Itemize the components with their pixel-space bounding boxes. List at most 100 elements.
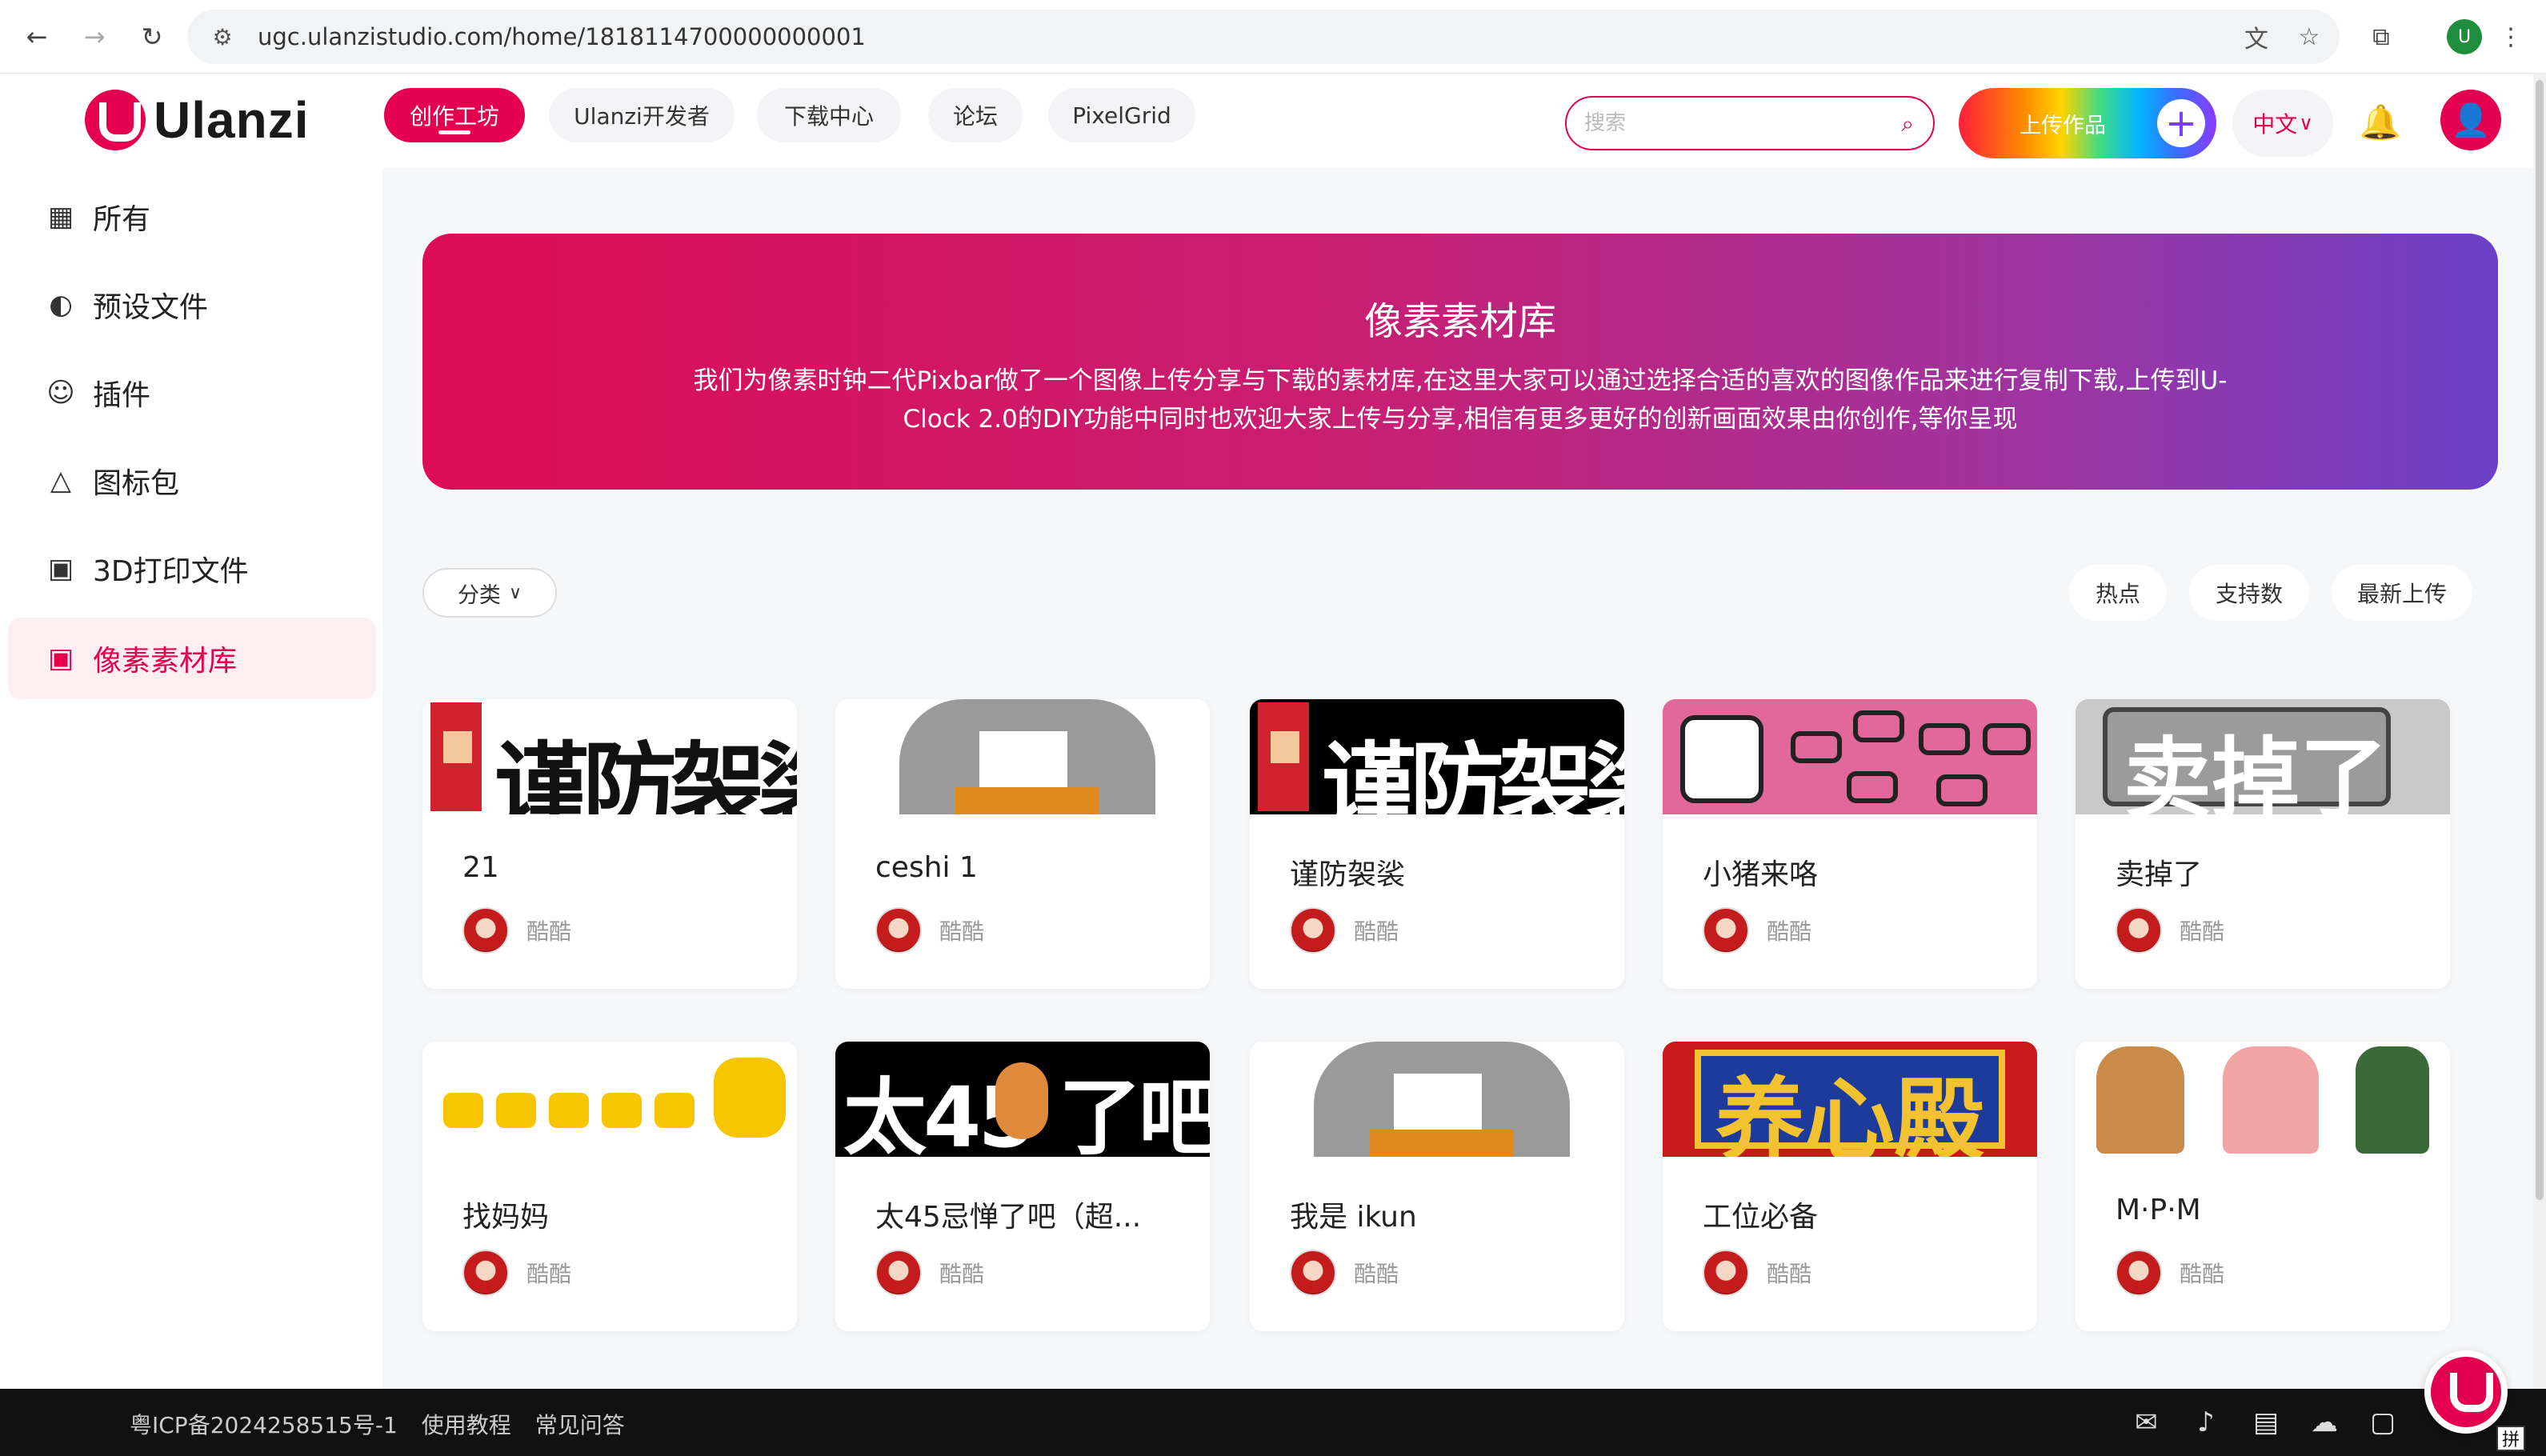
card-author: 酷酷 [1703, 907, 1811, 954]
sidebar-item-plugins[interactable]: ☺ 插件 [8, 352, 376, 434]
app-header: Ulanzi 创作工坊 Ulanzi开发者 下载中心 论坛 PixelGrid … [0, 74, 2546, 168]
upload-button[interactable]: 上传作品 + [1959, 88, 2216, 158]
notification-bell-icon[interactable]: 🔔 [2352, 94, 2408, 150]
pixel-card[interactable]: 谨防袈裟 21 酷酷 [422, 699, 797, 989]
sidebar-item-all[interactable]: ▦ 所有 [8, 176, 376, 258]
scrollbar-thumb[interactable] [2536, 80, 2544, 1200]
thumb-caption: 谨防袈裟 [494, 732, 797, 814]
chick-icon [443, 1093, 483, 1128]
avatar [462, 1250, 509, 1296]
mail-icon[interactable]: ✉ [2135, 1406, 2158, 1438]
author-name: 酷酷 [2180, 918, 2225, 945]
tutorial-link[interactable]: 使用教程 [422, 1408, 511, 1440]
sort-latest[interactable]: 最新上传 [2332, 565, 2472, 621]
card-author: 酷酷 [2116, 907, 2224, 954]
category-filter[interactable]: 分类 ∨ [422, 568, 557, 618]
ulanzi-logo[interactable]: Ulanzi [85, 90, 309, 150]
reload-icon[interactable]: ↻ [131, 16, 173, 58]
extensions-icon[interactable]: ⧉ [2360, 16, 2402, 58]
bookmark-star-icon[interactable]: ☆ [2293, 21, 2325, 53]
translate-icon[interactable]: 文 [2240, 21, 2272, 54]
site-info-icon[interactable]: ⚙ [206, 21, 238, 53]
pixel-card[interactable]: 养心殿 工位必备 酷酷 [1663, 1042, 2037, 1331]
tab-pixelgrid[interactable]: PixelGrid [1048, 88, 1195, 142]
avatar [462, 907, 509, 954]
pixel-card[interactable]: 卖掉了 卖掉了 酷酷 [2076, 699, 2450, 989]
tab-creation-workshop[interactable]: 创作工坊 [384, 88, 525, 142]
tiktok-icon[interactable]: ♪ [2197, 1406, 2215, 1438]
preset-icon: ◐ [49, 289, 73, 321]
main-content: 像素素材库 我们为像素时钟二代Pixbar做了一个图像上传分享与下载的素材库,在… [382, 168, 2546, 1389]
pixel-card[interactable]: 我是 ikun 酷酷 [1250, 1042, 1624, 1331]
page-scrollbar[interactable] [2533, 74, 2546, 1389]
card-title: 卖掉了 [2116, 858, 2203, 891]
bilibili-icon[interactable]: ▢ [2370, 1406, 2396, 1438]
xiaohongshu-icon[interactable]: ▤ [2253, 1406, 2279, 1438]
chick-icon [496, 1093, 536, 1128]
user-avatar-icon[interactable]: 👤 [2440, 90, 2501, 150]
address-bar[interactable]: ⚙ ugc.ulanzistudio.com/home/181811470000… [187, 10, 2340, 64]
icp-link[interactable]: 粤ICP备2024258515号-1 [130, 1408, 398, 1440]
card-author: 酷酷 [1290, 907, 1399, 954]
avatar [2116, 907, 2162, 954]
thumb-caption: 养心殿 [1715, 1069, 1984, 1157]
search-icon[interactable]: ⌕ [1901, 110, 1914, 138]
search-input[interactable] [1584, 111, 1872, 135]
card-author: 酷酷 [1290, 1250, 1399, 1296]
pixel-card[interactable]: M·P·M 酷酷 [2076, 1042, 2450, 1331]
profile-avatar[interactable]: U [2447, 19, 2482, 54]
card-thumbnail [1250, 1042, 1624, 1157]
sidebar-item-pixel-library[interactable]: ▣ 像素素材库 [8, 618, 376, 699]
card-thumbnail: 谨防袈裟 [422, 699, 797, 814]
tab-download-center[interactable]: 下载中心 [757, 88, 901, 142]
pixel-card[interactable]: 太45 了吧 太45忌惮了吧（超... 酷酷 [835, 1042, 1210, 1331]
card-thumbnail [1663, 699, 2037, 814]
hero-banner: 像素素材库 我们为像素时钟二代Pixbar做了一个图像上传分享与下载的素材库,在… [422, 234, 2498, 490]
sidebar-item-3d-print[interactable]: ▣ 3D打印文件 [8, 528, 376, 610]
avatar [875, 907, 922, 954]
author-name: 酷酷 [2180, 1261, 2225, 1287]
monk-face-icon [443, 731, 472, 763]
avatar [875, 1250, 922, 1296]
card-title: 找妈妈 [462, 1201, 550, 1234]
sort-likes[interactable]: 支持数 [2189, 565, 2309, 621]
pig-snout-icon [1853, 710, 1904, 742]
thumb-caption: 谨防袈裟 [1322, 732, 1624, 814]
card-author: 酷酷 [462, 907, 571, 954]
back-icon[interactable]: ← [16, 16, 58, 58]
card-title: M·P·M [2116, 1194, 2201, 1226]
banner-description: 我们为像素时钟二代Pixbar做了一个图像上传分享与下载的素材库,在这里大家可以… [693, 366, 2228, 434]
collar-icon [1370, 1130, 1514, 1157]
browser-menu-icon[interactable]: ⋮ [2490, 16, 2532, 58]
pixel-card[interactable]: 谨防袈裟 谨防袈裟 酷酷 [1250, 699, 1624, 989]
search-box[interactable]: ⌕ [1565, 96, 1935, 150]
sidebar-item-label: 图标包 [93, 467, 180, 500]
wechat-icon[interactable]: ☁ [2311, 1406, 2338, 1438]
card-title: 我是 ikun [1290, 1201, 1417, 1234]
tab-forum[interactable]: 论坛 [928, 88, 1023, 142]
language-select[interactable]: 中文 ∨ [2232, 90, 2333, 157]
author-name: 酷酷 [526, 1261, 572, 1287]
pig-snout-icon [1919, 723, 1970, 755]
pixel-card[interactable]: ceshi 1 酷酷 [835, 699, 1210, 989]
avatar [1290, 907, 1336, 954]
tab-developer[interactable]: Ulanzi开发者 [549, 88, 735, 142]
avatar [1290, 1250, 1336, 1296]
chevron-down-icon: ∨ [2299, 112, 2313, 134]
sidebar-item-label: 3D打印文件 [93, 555, 249, 588]
url-text[interactable]: ugc.ulanzistudio.com/home/18181147000000… [258, 23, 866, 50]
sort-hot[interactable]: 热点 [2069, 565, 2167, 621]
floating-ulanzi-logo-icon[interactable] [2424, 1350, 2508, 1434]
sidebar-item-icon-packs[interactable]: △ 图标包 [8, 440, 376, 522]
pixel-card[interactable]: 找妈妈 酷酷 [422, 1042, 797, 1331]
sidebar-item-presets[interactable]: ◐ 预设文件 [8, 264, 376, 346]
card-thumbnail: 太45 了吧 [835, 1042, 1210, 1157]
avatar [1703, 907, 1749, 954]
sidebar-item-label: 所有 [93, 203, 151, 236]
author-name: 酷酷 [1767, 918, 1812, 945]
faq-link[interactable]: 常见问答 [535, 1408, 625, 1440]
forward-icon[interactable]: → [74, 16, 115, 58]
logo-text: Ulanzi [154, 91, 310, 149]
pixel-card[interactable]: 小猪来咯 酷酷 [1663, 699, 2037, 989]
footer: 粤ICP备2024258515号-1 使用教程 常见问答 ✉ ♪ ▤ ☁ ▢ [0, 1389, 2546, 1456]
